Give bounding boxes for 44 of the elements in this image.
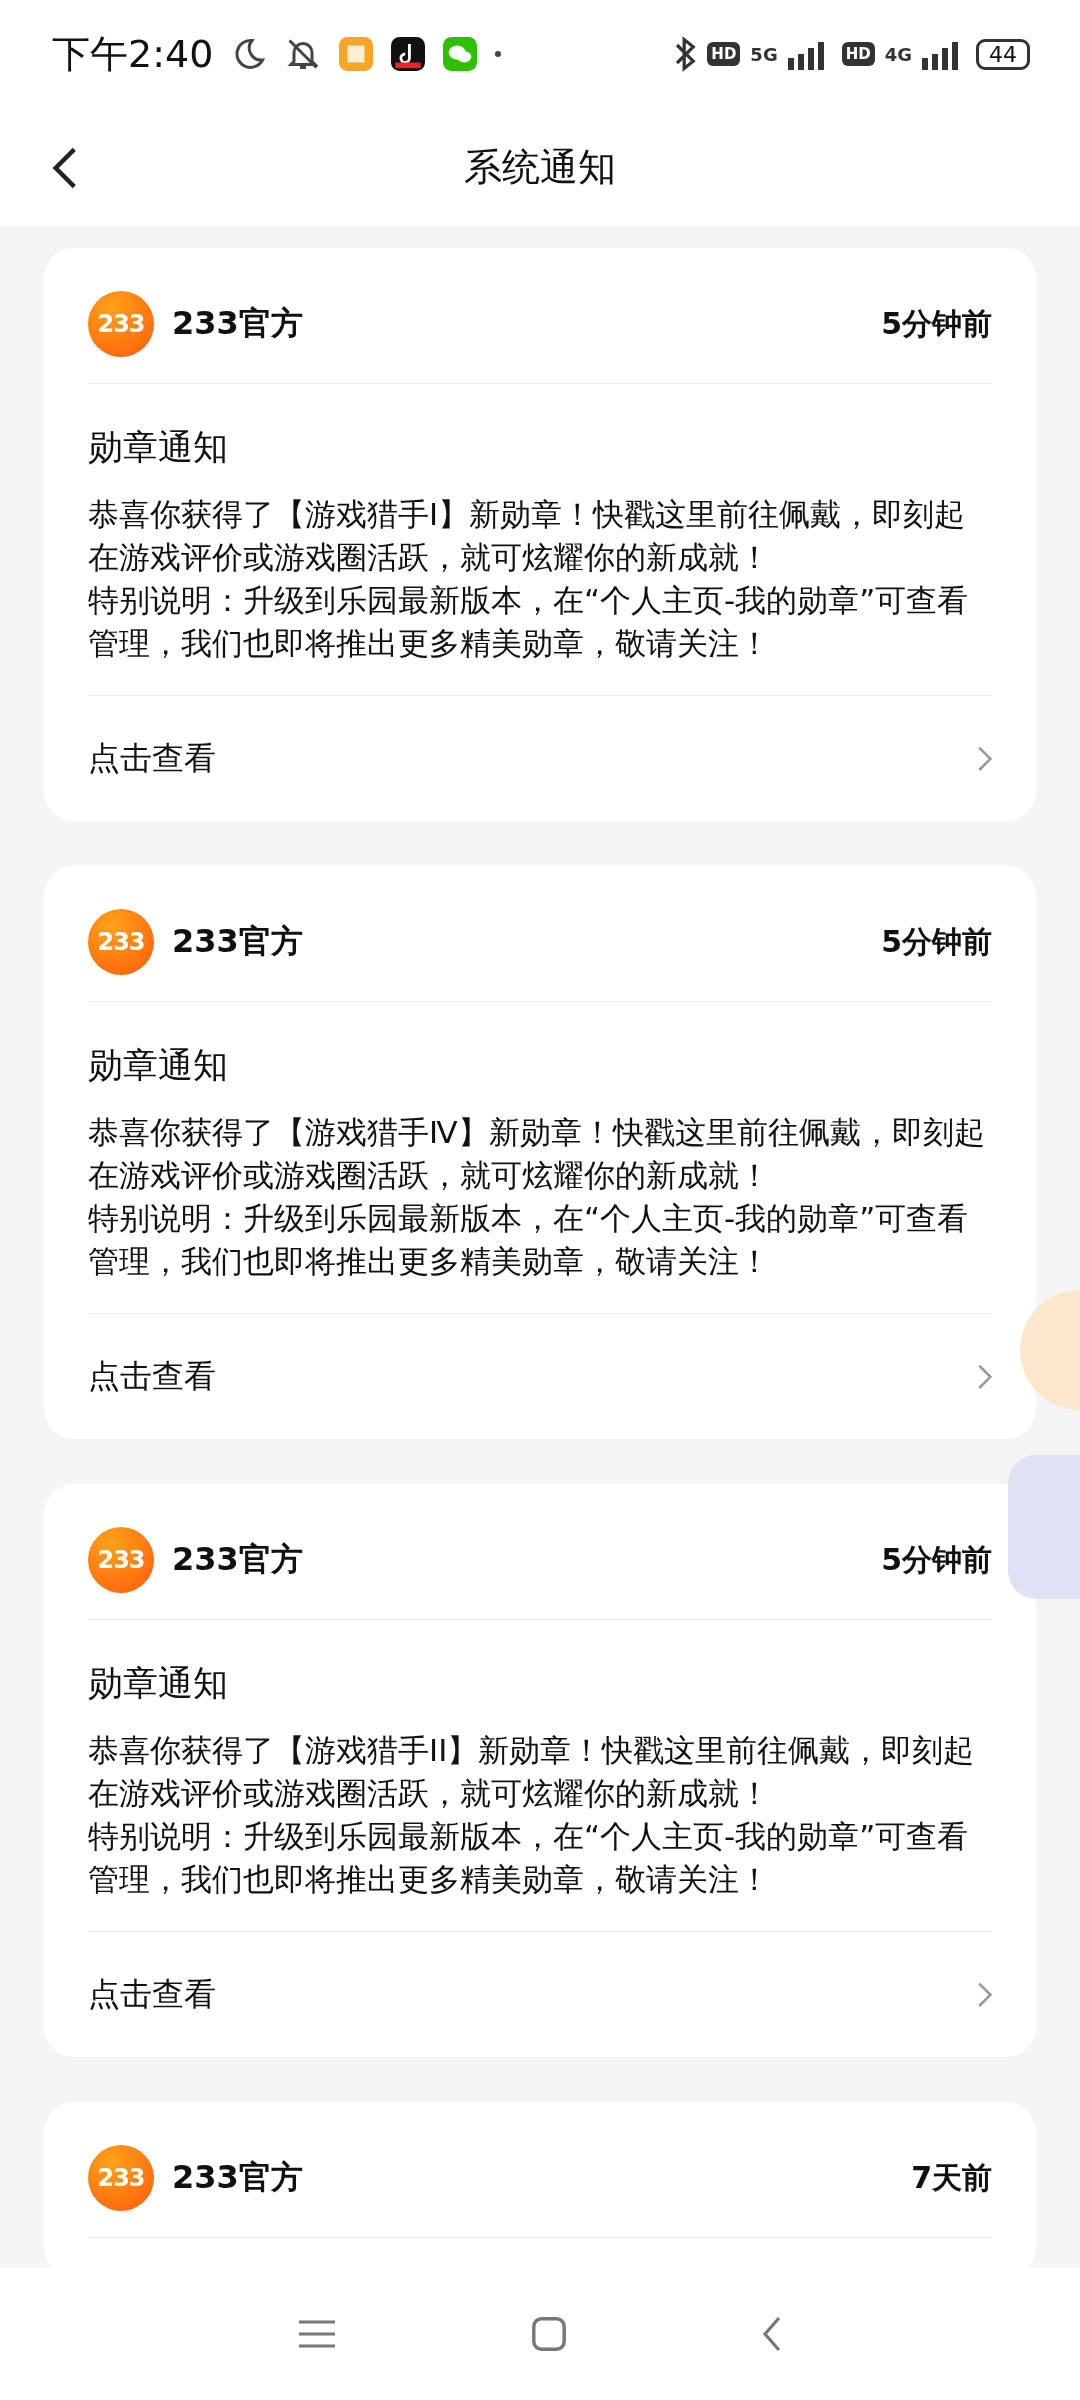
sender-avatar: 233	[88, 909, 154, 975]
hd-badge: HD	[707, 42, 741, 66]
chevron-right-icon	[976, 745, 992, 772]
notification-time: 7天前	[911, 2158, 992, 2197]
notification-text: 特别说明：升级到乐园最新版本，在“个人主页-我的勋章”可查看管理，我们也即将推出更多精美勋章，敬请关注！	[88, 581, 970, 663]
notification-text: 特别说明：升级到乐园最新版本，在“个人主页-我的勋章”可查看管理，我们也即将推出更多精美勋章，敬请关注！	[88, 1817, 970, 1899]
notification-time: 5分钟前	[881, 922, 992, 961]
chevron-right-icon	[976, 1981, 992, 2008]
notification-time: 5分钟前	[881, 304, 992, 343]
notification-text: 特别说明：升级到乐园最新版本，在“个人主页-我的勋章”可查看管理，我们也即将推出更多精美勋章，敬请关注！	[88, 1199, 970, 1281]
sender-avatar: 233	[88, 1527, 154, 1593]
notification-text: 恭喜你获得了【游戏猎手Ⅳ】新勋章！快戳这里前往佩戴，即刻起在游戏评价或游戏圈活跃，就可炫耀你的新成就！	[88, 1113, 986, 1195]
status-time: 下午2:40	[52, 30, 214, 78]
menu-icon	[296, 2318, 337, 2350]
chat-app-icon	[443, 37, 478, 71]
dot-icon	[495, 51, 502, 57]
notification-title: 勋章通知	[88, 1662, 229, 1705]
network-label: 4G	[884, 43, 912, 65]
view-details-link[interactable]: 点击查看	[88, 1314, 992, 1439]
battery-level: 44	[976, 38, 1030, 70]
notification-title: 勋章通知	[88, 426, 229, 469]
sender-avatar: 233	[88, 2145, 154, 2211]
app-icon	[339, 37, 374, 71]
sender-name: 233官方	[172, 303, 304, 344]
chevron-right-icon	[976, 1363, 992, 1390]
notification-text: 恭喜你获得了【游戏猎手I】新勋章！快戳这里前往佩戴，即刻起在游戏评价或游戏圈活跃，就可炫耀你的新成就！	[88, 495, 967, 577]
sender-name: 233官方	[172, 921, 304, 962]
app-icon	[391, 37, 426, 71]
sender-name: 233官方	[172, 2157, 304, 2198]
view-details-link[interactable]: 点击查看	[88, 1932, 992, 2057]
notification-text: 恭喜你获得了【游戏猎手II】新勋章！快戳这里前往佩戴，即刻起在游戏评价或游戏圈活跃，就可炫耀你的新成就！	[88, 1731, 976, 1813]
home-button[interactable]	[530, 2315, 568, 2353]
page-title: 系统通知	[464, 143, 616, 191]
back-icon	[52, 145, 78, 191]
menu-button[interactable]	[296, 2318, 337, 2350]
home-icon	[530, 2315, 568, 2353]
sender-avatar: 233	[88, 291, 154, 357]
notification-title: 勋章通知	[88, 1044, 229, 1087]
sender-name: 233官方	[172, 1539, 304, 1580]
hd-badge: HD	[841, 42, 875, 66]
network-label: 5G	[750, 43, 778, 65]
view-details-link[interactable]: 点击查看	[88, 696, 992, 821]
notification-time: 5分钟前	[881, 1540, 992, 1579]
bluetooth-icon	[675, 36, 698, 72]
